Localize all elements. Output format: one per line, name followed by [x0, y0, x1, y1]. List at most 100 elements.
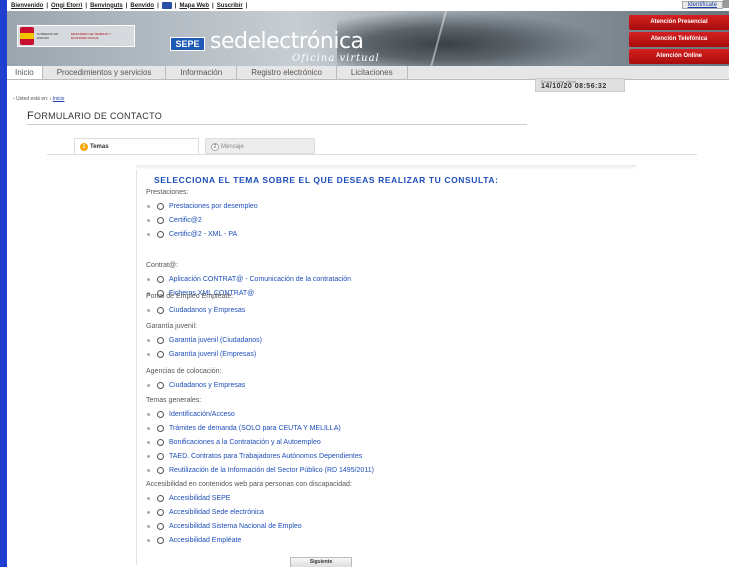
topic-option[interactable]: Aplicación CONTRAT@ - Comunicación de la…: [146, 272, 351, 286]
bullet-icon: [147, 510, 150, 514]
bullet-icon: [147, 204, 150, 208]
accessibility-icon[interactable]: [161, 2, 172, 9]
radio-button[interactable]: [157, 466, 164, 474]
topic-option[interactable]: Garantía juvenil (Ciudadanos): [146, 333, 262, 347]
radio-button[interactable]: [157, 452, 164, 460]
nav-tab-licitaciones[interactable]: Licitaciones: [337, 66, 408, 79]
steps-divider: [47, 154, 697, 155]
topic-option-label[interactable]: Garantía juvenil (Ciudadanos): [169, 337, 262, 344]
breadcrumb-home-link[interactable]: Inicio: [53, 96, 65, 102]
lang-link-gl[interactable]: Benvido: [130, 3, 154, 9]
topic-option-label[interactable]: Certific@2: [169, 217, 202, 224]
lang-link-es[interactable]: Bienvenido: [11, 3, 43, 9]
topic-option[interactable]: Accesibilidad Sistema Nacional de Empleo: [146, 519, 352, 533]
next-button[interactable]: Siguiente: [290, 557, 352, 567]
topic-option[interactable]: Accesibilidad SEPE: [146, 491, 352, 505]
gob-text: GOBIERNO DE ESPAÑA: [37, 32, 59, 40]
topic-option[interactable]: Ciudadanos y Empresas: [146, 303, 245, 317]
topic-option-label[interactable]: TAED. Contratos para Trabajadores Autóno…: [169, 453, 362, 460]
radio-button[interactable]: [157, 424, 164, 432]
form-steps: 1 Temas 2 Mensaje: [74, 138, 315, 154]
topic-option[interactable]: Certific@2: [146, 213, 258, 227]
topic-option-label[interactable]: Prestaciones por desempleo: [169, 203, 258, 210]
nav-tab-inicio[interactable]: Inicio: [7, 66, 43, 79]
topic-group: Garantía juvenil: Garantía juvenil (Ciuda…: [146, 323, 262, 361]
bullet-icon: [147, 232, 150, 236]
radio-button[interactable]: [157, 216, 164, 224]
bullet-icon: [147, 383, 150, 387]
subscribe-link[interactable]: Suscribir: [217, 3, 243, 9]
page-title: FORMULARIO DE CONTACTO: [27, 110, 162, 122]
topic-group-title: Accesibilidad en contenidos web para per…: [146, 481, 352, 488]
sitemap-link[interactable]: Mapa Web: [179, 3, 209, 9]
panel-top-shade: [136, 165, 636, 170]
topic-option-label[interactable]: Ciudadanos y Empresas: [169, 307, 245, 314]
login-button[interactable]: Identifícate: [681, 1, 723, 9]
site-header: GOBIERNO DE ESPAÑA MINISTERIO DE TRABAJO…: [7, 11, 729, 66]
topic-group-title: Agencias de colocación:: [146, 368, 222, 375]
topic-group: Agencias de colocación: Ciudadanos y Empr…: [146, 368, 245, 392]
radio-button[interactable]: [157, 410, 164, 418]
radio-button[interactable]: [157, 275, 164, 283]
lang-link-eu[interactable]: Ongi Etorri: [51, 3, 82, 9]
sepe-logo[interactable]: SEPE: [170, 37, 205, 51]
topic-group: Portal de Empleo Empléate: Ciudadanos y E…: [146, 293, 245, 317]
bullet-icon: [147, 454, 150, 458]
radio-button[interactable]: [157, 438, 164, 446]
attention-menu: Atención Presencial Atención Telefónica …: [629, 15, 729, 66]
government-logo[interactable]: GOBIERNO DE ESPAÑA MINISTERIO DE TRABAJO…: [17, 25, 135, 47]
topic-group: Prestaciones: Prestaciones por desempleo C…: [146, 189, 258, 241]
topic-option-label[interactable]: Accesibilidad Sistema Nacional de Empleo: [169, 523, 302, 530]
radio-button[interactable]: [157, 350, 164, 358]
radio-button[interactable]: [157, 230, 164, 238]
atencion-telefonica-button[interactable]: Atención Telefónica: [629, 32, 729, 47]
topic-option-label[interactable]: Ciudadanos y Empresas: [169, 382, 245, 389]
radio-button[interactable]: [157, 508, 164, 516]
atencion-presencial-button[interactable]: Atención Presencial: [629, 15, 729, 30]
topic-option[interactable]: Certific@2 - XML - PA: [146, 227, 258, 241]
topic-option-label[interactable]: Trámites de demanda (SOLO para CEUTA Y M…: [169, 425, 341, 432]
topic-option[interactable]: TAED. Contratos para Trabajadores Autóno…: [146, 449, 374, 463]
nav-tab-registro[interactable]: Registro electrónico: [237, 66, 337, 79]
topic-option-label[interactable]: Accesibilidad SEPE: [169, 495, 230, 502]
topic-option-label[interactable]: Identificación/Acceso: [169, 411, 235, 418]
breadcrumb-prefix: › Usted está en: ›: [13, 96, 53, 102]
radio-button[interactable]: [157, 202, 164, 210]
nav-tab-procedimientos[interactable]: Procedimientos y servicios: [43, 66, 167, 79]
topic-option-label[interactable]: Garantía juvenil (Empresas): [169, 351, 256, 358]
topic-option-label[interactable]: Aplicación CONTRAT@ - Comunicación de la…: [169, 276, 351, 283]
topic-option-label[interactable]: Accesibilidad Sede electrónica: [169, 509, 264, 516]
radio-button[interactable]: [157, 536, 164, 544]
topic-option[interactable]: Bonificaciones a la Contratación y al Au…: [146, 435, 374, 449]
bullet-icon: [147, 338, 150, 342]
topic-option[interactable]: Trámites de demanda (SOLO para CEUTA Y M…: [146, 421, 374, 435]
lang-link-ca[interactable]: Benvinguts: [90, 3, 123, 9]
bullet-icon: [147, 352, 150, 356]
topic-option-label[interactable]: Accesibilidad Empléate: [169, 537, 241, 544]
radio-button[interactable]: [157, 494, 164, 502]
topic-option-label[interactable]: Reutilización de la Información del Sect…: [169, 467, 374, 474]
tab-mensaje[interactable]: 2 Mensaje: [205, 138, 315, 154]
topic-option[interactable]: Garantía juvenil (Empresas): [146, 347, 262, 361]
radio-button[interactable]: [157, 306, 164, 314]
topic-group: Accesibilidad en contenidos web para per…: [146, 481, 352, 547]
topic-option[interactable]: Accesibilidad Empléate: [146, 533, 352, 547]
atencion-online-button[interactable]: Atención Online: [629, 49, 729, 64]
topic-option[interactable]: Reutilización de la Información del Sect…: [146, 463, 374, 477]
topic-option[interactable]: Identificación/Acceso: [146, 407, 374, 421]
topic-option[interactable]: Accesibilidad Sede electrónica: [146, 505, 352, 519]
topic-group-title: Prestaciones:: [146, 189, 189, 196]
bullet-icon: [147, 412, 150, 416]
radio-button[interactable]: [157, 522, 164, 530]
topic-option-label[interactable]: Bonificaciones a la Contratación y al Au…: [169, 439, 321, 446]
step-number-2: 2: [211, 143, 219, 151]
radio-button[interactable]: [157, 336, 164, 344]
scrollbar-handle[interactable]: [723, 0, 729, 8]
topic-group-title: Portal de Empleo Empléate:: [146, 293, 234, 300]
nav-tab-informacion[interactable]: Información: [166, 66, 238, 79]
radio-button[interactable]: [157, 381, 164, 389]
tab-temas[interactable]: 1 Temas: [74, 138, 199, 154]
topic-option[interactable]: Prestaciones por desempleo: [146, 199, 258, 213]
topic-option-label[interactable]: Certific@2 - XML - PA: [169, 231, 237, 238]
topic-option[interactable]: Ciudadanos y Empresas: [146, 378, 245, 392]
